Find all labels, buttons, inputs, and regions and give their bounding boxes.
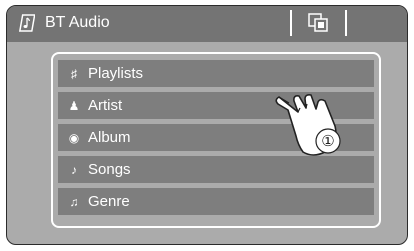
list-item-album[interactable]: ◉ Album [58,124,374,151]
note-icon: ♪ [71,163,77,177]
list-item-label: Artist [88,97,123,114]
header-divider [345,10,347,36]
list-item-label: Genre [88,193,130,210]
copy-icon[interactable] [307,12,331,34]
bt-audio-screen: BT Audio ♯ Playlists ♟ Artist ◉ Album ♪ Song… [6,5,408,245]
list-item-label: Album [88,129,131,146]
page-title: BT Audio [45,14,110,31]
list-item-playlists[interactable]: ♯ Playlists [58,60,374,87]
list-item-genre[interactable]: ♫ Genre [58,188,374,215]
guitar-icon: ♫ [69,195,79,209]
browse-list-panel: ♯ Playlists ♟ Artist ◉ Album ♪ Songs ♫ Genre [51,52,381,228]
list-item-label: Playlists [88,65,144,82]
music-note-icon [18,14,35,32]
header-divider [290,10,292,36]
list-item-songs[interactable]: ♪ Songs [58,156,374,183]
list-item-artist[interactable]: ♟ Artist [58,92,374,119]
list-item-label: Songs [88,161,131,178]
artist-icon: ♟ [68,99,80,113]
playlist-icon: ♯ [71,67,77,81]
header-bar: BT Audio [7,6,407,42]
album-icon: ◉ [68,131,80,145]
